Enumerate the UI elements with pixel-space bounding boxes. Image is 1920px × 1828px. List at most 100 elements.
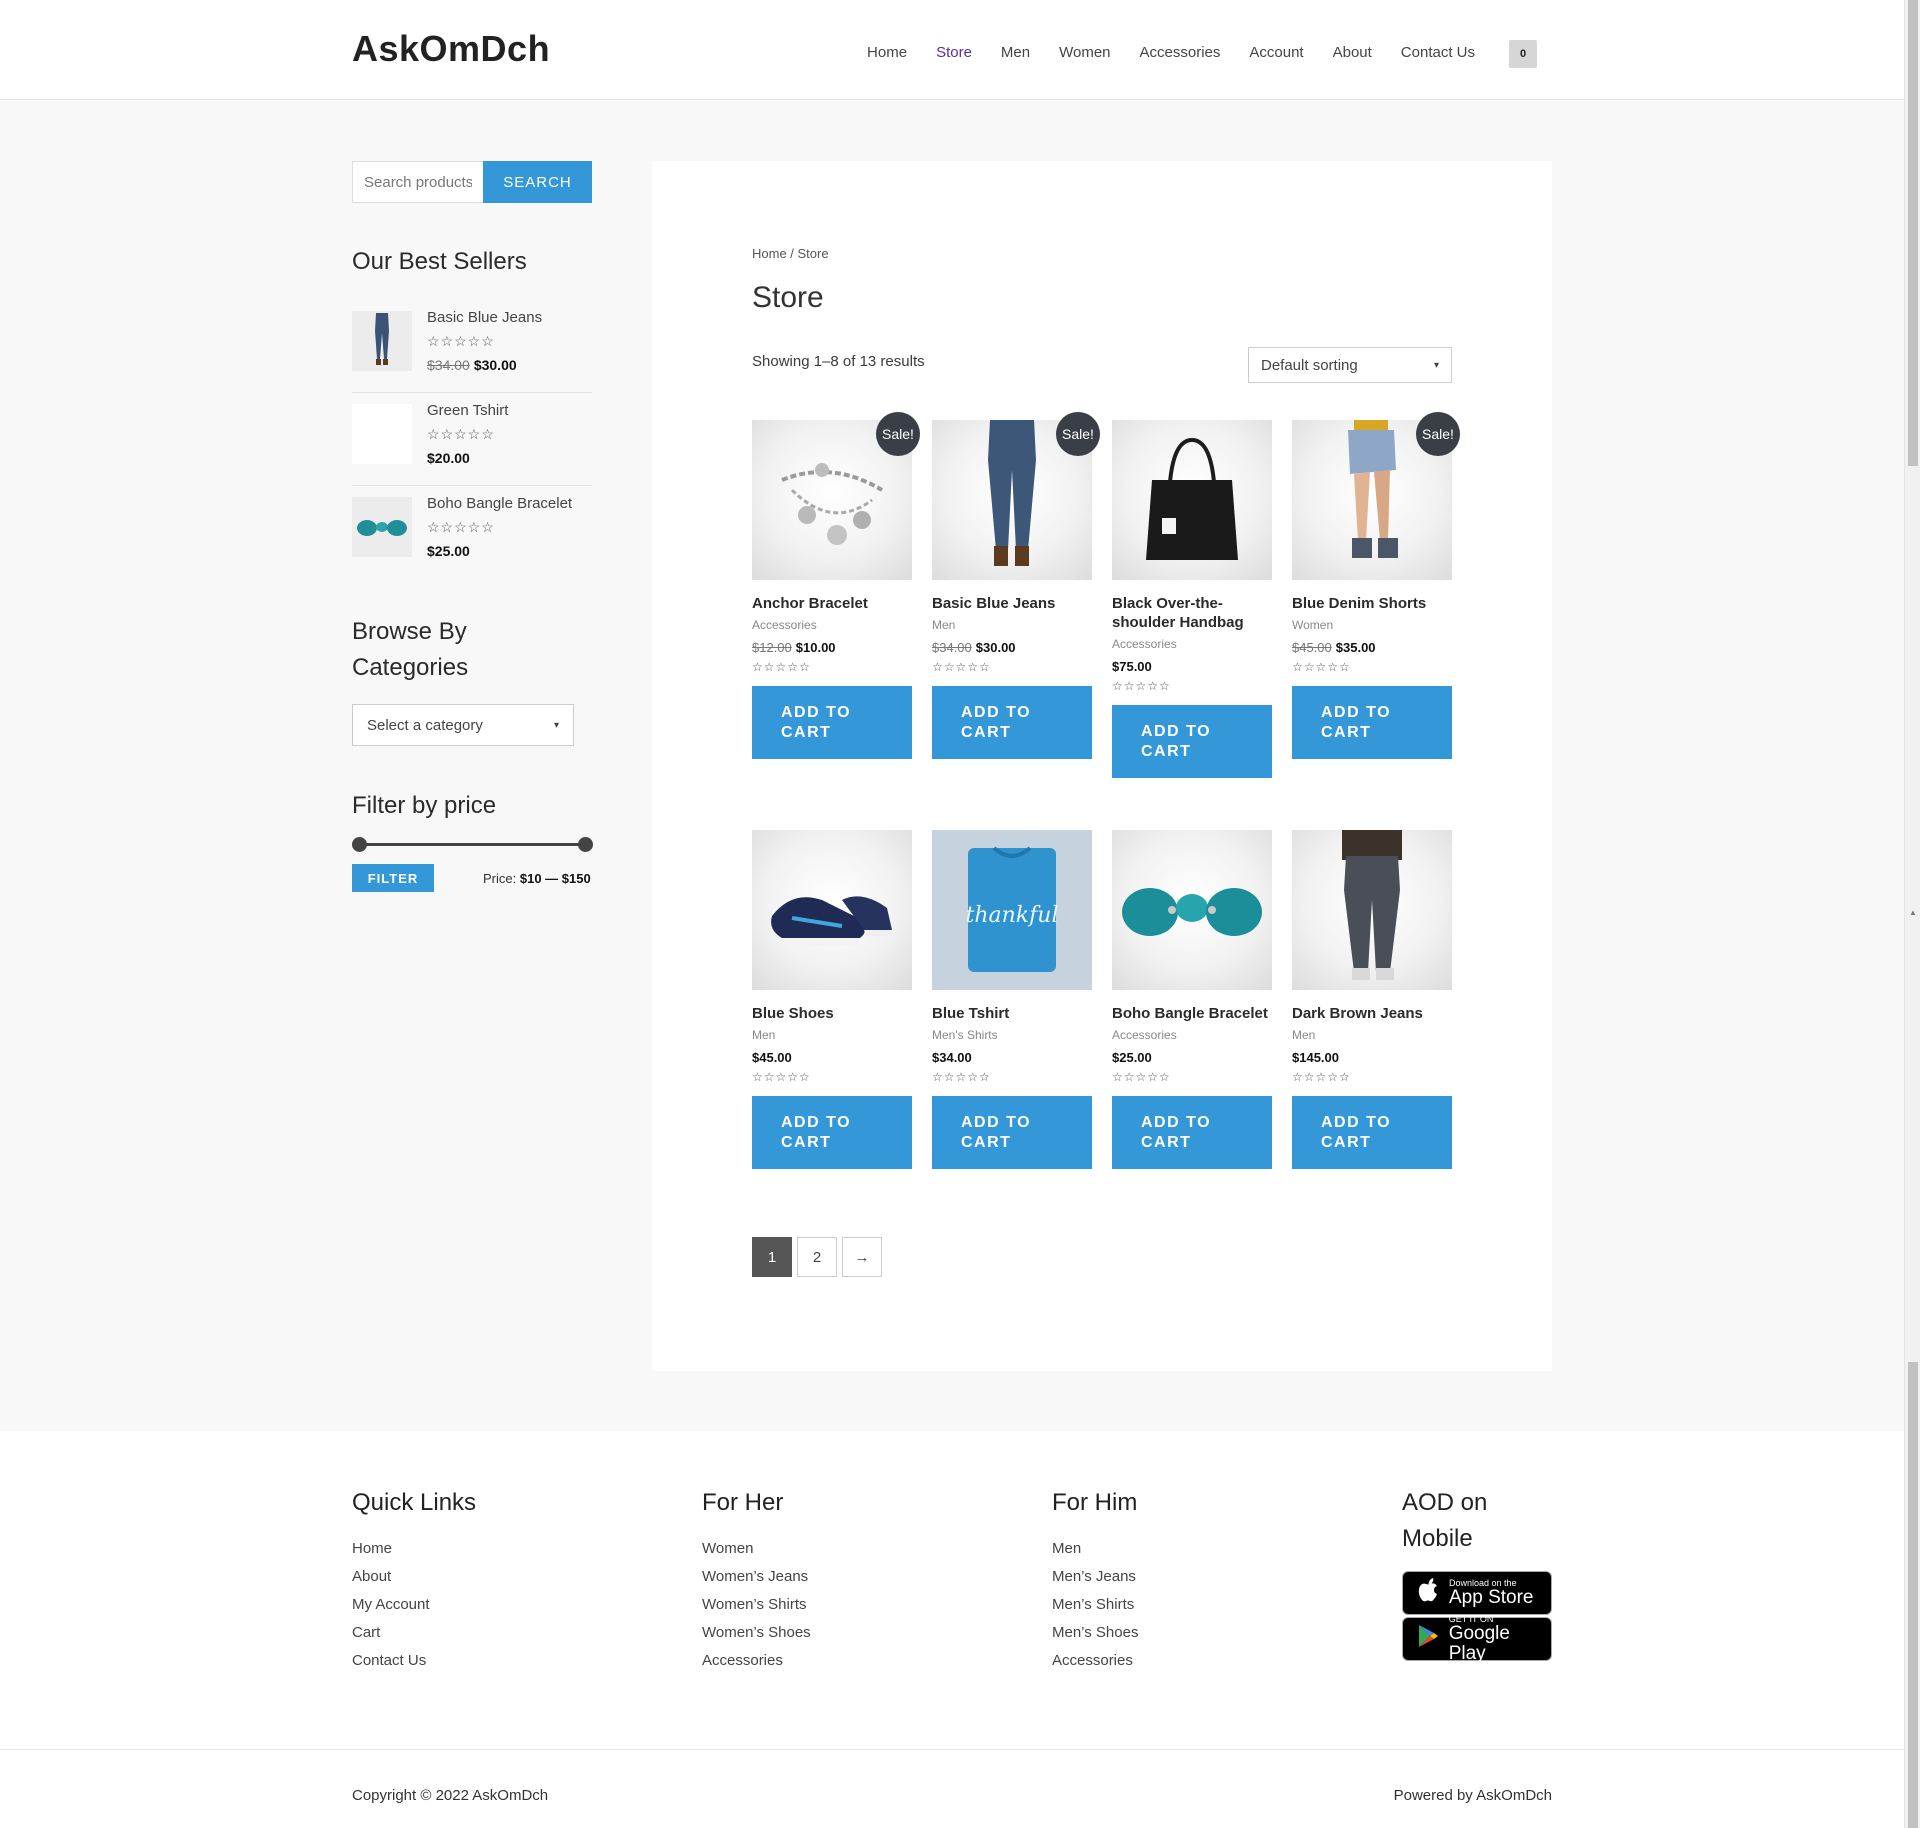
footer-link-womens-jeans[interactable]: Women’s Jeans bbox=[702, 1563, 811, 1591]
page-1-button[interactable]: 1 bbox=[752, 1237, 792, 1277]
rating-stars: ☆☆☆☆☆ bbox=[932, 660, 991, 674]
product-name[interactable]: Blue Denim Shorts bbox=[1292, 594, 1452, 613]
scroll-up-arrow-icon[interactable]: ▲ bbox=[1909, 908, 1917, 917]
best-seller-name[interactable]: Boho Bangle Bracelet bbox=[427, 495, 572, 512]
add-to-cart-button[interactable]: ADD TO CART bbox=[932, 686, 1092, 759]
browse-categories-line1: Browse By bbox=[352, 618, 467, 645]
browse-categories-line2: Categories bbox=[352, 654, 469, 681]
footer-link-mens-shoes[interactable]: Men’s Shoes bbox=[1052, 1619, 1138, 1647]
page-2-button[interactable]: 2 bbox=[797, 1237, 837, 1277]
footer-bottom-bar: Copyright © 2022 AskOmDch Powered by Ask… bbox=[0, 1749, 1904, 1828]
product-category: Men bbox=[1292, 1028, 1316, 1042]
add-to-cart-line2: CART bbox=[961, 723, 1012, 741]
product-name[interactable]: Boho Bangle Bracelet bbox=[1112, 1004, 1272, 1023]
nav-accessories[interactable]: Accessories bbox=[1140, 44, 1221, 61]
cart-count-badge[interactable]: 0 bbox=[1509, 40, 1537, 68]
best-seller-name[interactable]: Basic Blue Jeans bbox=[427, 309, 542, 326]
footer-link-contact-us[interactable]: Contact Us bbox=[352, 1647, 476, 1675]
nav-home[interactable]: Home bbox=[867, 44, 907, 61]
product-name[interactable]: Blue Tshirt bbox=[932, 1004, 1092, 1023]
footer-link-accessories[interactable]: Accessories bbox=[702, 1647, 811, 1675]
price-slider-min-handle[interactable] bbox=[352, 837, 367, 852]
rating-stars: ☆☆☆☆☆ bbox=[427, 426, 495, 442]
nav-account[interactable]: Account bbox=[1249, 44, 1303, 61]
search-button[interactable]: SEARCH bbox=[483, 161, 592, 203]
price-slider-max-handle[interactable] bbox=[578, 837, 593, 852]
result-count: Showing 1–8 of 13 results bbox=[752, 353, 925, 370]
best-seller-name[interactable]: Green Tshirt bbox=[427, 402, 508, 419]
footer-link-cart[interactable]: Cart bbox=[352, 1619, 476, 1647]
mobile-title-line2: Mobile bbox=[1402, 1525, 1473, 1552]
footer-link-about[interactable]: About bbox=[352, 1563, 476, 1591]
sort-select[interactable]: Default sorting ▾ bbox=[1248, 347, 1452, 383]
product-name[interactable]: Basic Blue Jeans bbox=[932, 594, 1092, 613]
product-name[interactable]: Black Over-the-shoulder Handbag bbox=[1112, 594, 1272, 632]
nav-women[interactable]: Women bbox=[1059, 44, 1110, 61]
footer-link-women[interactable]: Women bbox=[702, 1535, 811, 1563]
add-to-cart-button[interactable]: ADD TO CART bbox=[1112, 705, 1272, 778]
next-page-button[interactable]: → bbox=[842, 1237, 882, 1277]
footer-link-mens-jeans[interactable]: Men’s Jeans bbox=[1052, 1563, 1138, 1591]
product-price: $34.00 bbox=[932, 1050, 972, 1065]
nav-men[interactable]: Men bbox=[1001, 44, 1030, 61]
add-to-cart-button[interactable]: ADD TO CART bbox=[1292, 1096, 1452, 1169]
add-to-cart-button[interactable]: ADD TO CART bbox=[1292, 686, 1452, 759]
tshirt-thumbnail-empty[interactable] bbox=[352, 404, 412, 464]
product-card: Sale! Anchor Bracelet Accessories $12.00… bbox=[752, 412, 920, 759]
site-header: AskOmDch Home Store Men Women Accessorie… bbox=[0, 0, 1904, 100]
footer-link-accessories[interactable]: Accessories bbox=[1052, 1647, 1138, 1675]
sale-price: $30.00 bbox=[975, 640, 1016, 655]
browse-categories-title: Browse By Categories bbox=[352, 614, 468, 686]
sale-badge: Sale! bbox=[1416, 412, 1460, 456]
footer-link-mens-shirts[interactable]: Men’s Shirts bbox=[1052, 1591, 1138, 1619]
sort-select-value: Default sorting bbox=[1261, 356, 1358, 374]
product-category: Men bbox=[932, 618, 956, 632]
product-name[interactable]: Blue Shoes bbox=[752, 1004, 912, 1023]
handbag-image[interactable] bbox=[1112, 420, 1272, 580]
footer-link-womens-shoes[interactable]: Women’s Shoes bbox=[702, 1619, 811, 1647]
app-store-badge[interactable]: Download on the App Store bbox=[1402, 1571, 1552, 1615]
scrollbar-thumb-lower[interactable] bbox=[1908, 1362, 1918, 1828]
product-category: Accessories bbox=[752, 618, 817, 632]
product-search-form: SEARCH bbox=[352, 161, 592, 203]
blue-tshirt-image[interactable]: thankful bbox=[932, 830, 1092, 990]
product-name[interactable]: Dark Brown Jeans bbox=[1292, 1004, 1452, 1023]
blue-shoes-image[interactable] bbox=[752, 830, 912, 990]
best-seller-item: Green Tshirt ☆☆☆☆☆ $20.00 bbox=[352, 393, 592, 486]
nav-contact-us[interactable]: Contact Us bbox=[1401, 44, 1475, 61]
product-search-input[interactable] bbox=[352, 161, 483, 203]
google-play-badge[interactable]: GET IT ON Google Play bbox=[1402, 1614, 1552, 1664]
best-seller-price: $25.00 bbox=[427, 543, 470, 559]
footer-link-womens-shirts[interactable]: Women’s Shirts bbox=[702, 1591, 811, 1619]
nav-store[interactable]: Store bbox=[936, 44, 972, 61]
nav-about[interactable]: About bbox=[1333, 44, 1372, 61]
add-to-cart-line2: CART bbox=[961, 1133, 1012, 1151]
bracelet-thumbnail[interactable] bbox=[352, 497, 412, 557]
add-to-cart-button[interactable]: ADD TO CART bbox=[752, 686, 912, 759]
scrollbar-thumb[interactable] bbox=[1908, 0, 1918, 466]
product-card: Boho Bangle Bracelet Accessories $25.00 … bbox=[1112, 830, 1272, 1169]
add-to-cart-button[interactable]: ADD TO CART bbox=[932, 1096, 1092, 1169]
breadcrumb[interactable]: Home / Store bbox=[752, 246, 829, 261]
dark-brown-jeans-image[interactable] bbox=[1292, 830, 1452, 990]
footer-link-my-account[interactable]: My Account bbox=[352, 1591, 476, 1619]
add-to-cart-button[interactable]: ADD TO CART bbox=[1112, 1096, 1272, 1169]
mobile-title-line1: AOD on bbox=[1402, 1489, 1488, 1516]
category-select[interactable]: Select a category ▾ bbox=[352, 704, 574, 746]
boho-bangle-bracelet-image[interactable] bbox=[1112, 830, 1272, 990]
apple-icon bbox=[1415, 1578, 1441, 1608]
price-slider-track[interactable] bbox=[359, 843, 585, 846]
best-seller-price: $34.00 $30.00 bbox=[427, 357, 517, 373]
jeans-thumbnail[interactable] bbox=[352, 311, 412, 371]
google-play-big-text: Google Play bbox=[1448, 1623, 1510, 1664]
product-name[interactable]: Anchor Bracelet bbox=[752, 594, 912, 613]
add-to-cart-button[interactable]: ADD TO CART bbox=[752, 1096, 912, 1169]
filter-button[interactable]: FILTER bbox=[352, 864, 434, 892]
footer-link-men[interactable]: Men bbox=[1052, 1535, 1138, 1563]
page-scrollbar[interactable]: ▲ bbox=[1904, 0, 1920, 1828]
best-seller-item: Boho Bangle Bracelet ☆☆☆☆☆ $25.00 bbox=[352, 486, 592, 579]
add-to-cart-line1: ADD TO bbox=[781, 703, 852, 721]
site-logo[interactable]: AskOmDch bbox=[352, 28, 550, 70]
google-play-icon bbox=[1415, 1624, 1441, 1654]
footer-link-home[interactable]: Home bbox=[352, 1535, 476, 1563]
